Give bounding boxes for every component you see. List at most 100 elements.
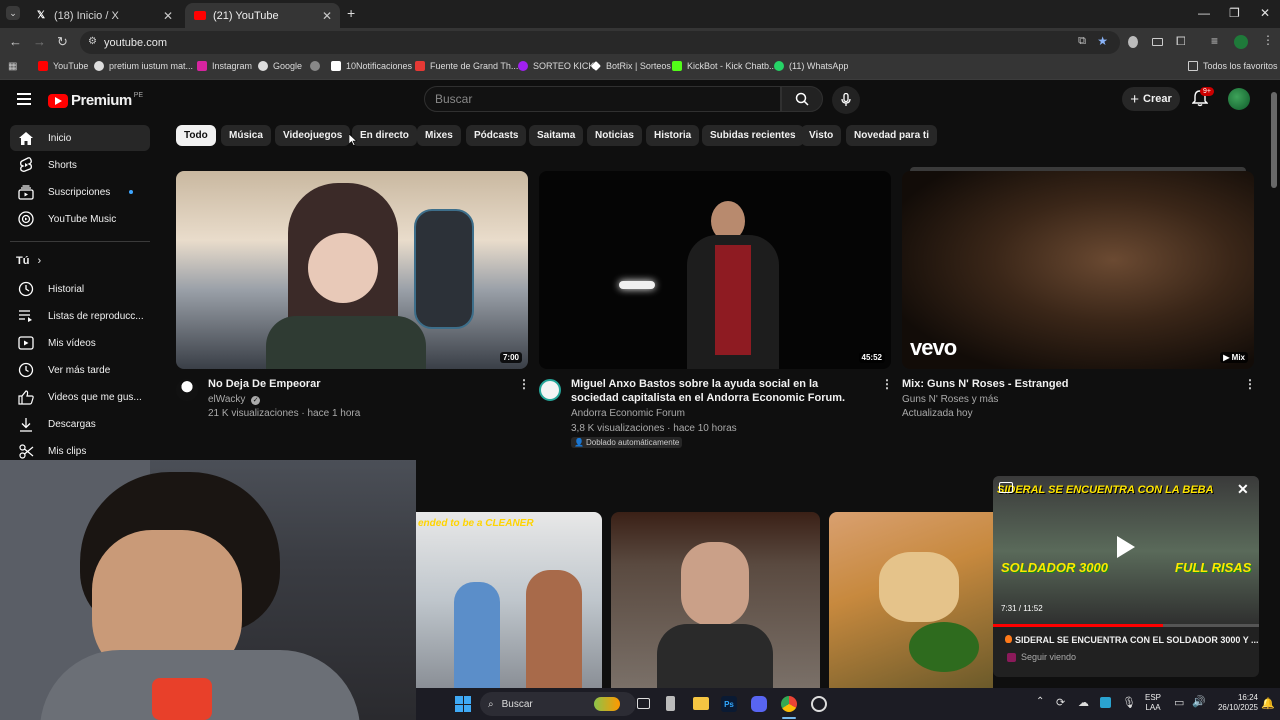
extensions-puzzle-icon[interactable]: ⧠ [1176,34,1186,49]
bookmark-whatsapp[interactable]: (11) WhatsApp [774,61,848,71]
extension-icon[interactable] [1128,36,1138,48]
video-title[interactable]: Mix: Guns N' Roses - Estranged [902,377,1202,391]
extension-icon[interactable] [1152,38,1163,46]
sidebar-item-suscripciones[interactable]: Suscripciones [10,179,150,205]
channel-avatar[interactable] [176,379,198,401]
miniplayer-video[interactable]: SIDERAL SE ENCUENTRA CON LA BEBA SOLDADO… [993,476,1259,626]
sidebar-item-listas[interactable]: Listas de reproducc... [10,303,150,329]
site-info-icon[interactable]: ⚙ [88,36,97,47]
page-scrollbar[interactable] [1271,92,1277,188]
create-button[interactable]: + Crear [1122,87,1180,111]
bookmark-kickbot[interactable]: KickBot - Kick Chatb... [672,61,777,71]
sidebar-item-descargas[interactable]: Descargas [10,411,150,437]
sidebar-item-ver-mas-tarde[interactable]: Ver más tarde [10,357,150,383]
video-thumbnail[interactable] [611,512,820,688]
chip-mixes[interactable]: Mixes [417,125,461,146]
more-options-icon[interactable]: ⋮ [881,377,893,391]
chip-visto[interactable]: Visto [801,125,842,146]
close-tab-icon[interactable]: ✕ [163,9,173,23]
sidebar-item-mis-videos[interactable]: Mis vídeos [10,330,150,356]
video-thumbnail[interactable]: ended to be a CLEANER [416,512,602,688]
miniplayer[interactable]: SIDERAL SE ENCUENTRA CON LA BEBA SOLDADO… [993,476,1259,677]
miniplayer-progress-track[interactable] [993,624,1259,627]
photoshop-icon[interactable]: Ps [721,696,737,712]
chip-musica[interactable]: Música [221,125,271,146]
clock[interactable]: 16:24 26/10/2025 [1204,693,1258,713]
channel-name[interactable]: elWacky ✓ [208,394,261,405]
sidebar-section-you[interactable]: Tú › [10,248,150,274]
sidebar-item-youtube-music[interactable]: YouTube Music [10,206,150,232]
network-icon[interactable]: ▭ [1174,696,1184,709]
bookmark-youtube[interactable]: YouTube [38,61,88,71]
discord-icon[interactable] [751,696,767,712]
channel-name[interactable]: Guns N' Roses y más [902,394,998,405]
channel-avatar[interactable] [539,379,561,401]
tab-search-dropdown[interactable]: ⌄ [6,6,20,20]
video-thumbnail[interactable]: 7:00 [176,171,528,369]
chip-subidas-recientes[interactable]: Subidas recientes [702,125,804,146]
miniplayer-title[interactable]: SIDERAL SE ENCUENTRA CON EL SOLDADOR 300… [1005,635,1259,645]
bookmark-star-icon[interactable]: ★ [1097,34,1108,48]
all-bookmarks[interactable]: Todos los favoritos [1188,61,1278,71]
video-title[interactable]: No Deja De Empeorar [208,377,498,391]
account-avatar[interactable] [1228,88,1250,110]
notification-center-icon[interactable]: 🔔 [1261,697,1275,710]
microphone-tray-icon[interactable]: 🎙 [1122,696,1136,709]
show-hidden-icons[interactable]: ⌃ [1036,696,1044,707]
sidebar-item-shorts[interactable]: Shorts [10,152,150,178]
browser-tab-youtube[interactable]: (21) YouTube ✕ [185,3,340,28]
new-tab-button[interactable]: + [347,5,355,21]
play-icon[interactable] [1117,536,1135,558]
window-close-icon[interactable]: ✕ [1260,6,1270,20]
profile-avatar[interactable] [1234,35,1248,49]
bookmark-pretium[interactable]: pretium iustum mat... [94,61,193,71]
hamburger-menu-icon[interactable] [17,93,31,108]
chip-saitama[interactable]: Saitama [529,125,584,146]
chrome-icon[interactable] [781,696,797,712]
file-explorer-icon[interactable] [693,697,709,710]
chip-en-directo[interactable]: En directo [352,125,417,146]
search-button[interactable] [781,86,823,112]
video-thumbnail[interactable] [829,512,993,688]
sidebar-item-liked-videos[interactable]: Videos que me gus... [10,384,150,410]
bookmark-fuente-gta[interactable]: Fuente de Grand Th... [415,61,518,71]
expand-icon[interactable] [999,482,1013,493]
sidebar-item-inicio[interactable]: Inicio [10,125,150,151]
minimize-icon[interactable]: — [1198,6,1210,20]
chip-noticias[interactable]: Noticias [587,125,642,146]
sidebar-item-historial[interactable]: Historial [10,276,150,302]
onedrive-icon[interactable]: ⟳ [1056,696,1065,709]
video-thumbnail[interactable]: vevo ▶ Mix [902,171,1254,369]
close-tab-icon[interactable]: ✕ [322,9,332,23]
app-icon[interactable] [666,696,675,711]
bookmark-instagram[interactable]: Instagram [197,61,252,71]
chip-videojuegos[interactable]: Videojuegos [275,125,351,146]
video-thumbnail[interactable]: 45:52 [539,171,891,369]
obs-icon[interactable] [811,696,827,712]
taskbar-search[interactable]: ⌕ Buscar [480,692,636,716]
chip-todo[interactable]: Todo [176,125,216,146]
search-input[interactable]: Buscar [424,86,781,112]
bookmark-x-notifications[interactable]: 10Notificaciones [331,61,412,71]
bookmark-botrix[interactable]: BotRix | Sorteos [591,61,671,71]
video-title[interactable]: Miguel Anxo Bastos sobre la ayuda social… [571,377,861,405]
reload-icon[interactable]: ↻ [57,34,68,50]
bookmark-globe[interactable] [310,61,325,71]
more-options-icon[interactable]: ⋮ [518,377,530,391]
chip-podcasts[interactable]: Pódcasts [466,125,527,146]
bookmark-sorteo-kick[interactable]: SORTEO KICK [518,61,594,71]
youtube-premium-logo[interactable]: Premium PE [48,92,143,109]
install-app-icon[interactable]: ⧉ [1078,35,1086,48]
more-options-icon[interactable]: ⋮ [1244,377,1256,391]
back-icon[interactable]: ← [9,34,22,49]
forward-icon[interactable]: → [33,34,46,49]
close-icon[interactable]: ✕ [1237,481,1249,498]
language-indicator[interactable]: ESP LAA [1145,693,1161,713]
browser-tab-x[interactable]: 𝕏 (18) Inicio / X ✕ [26,3,181,28]
restore-icon[interactable]: ❐ [1229,6,1240,20]
security-icon[interactable] [1100,697,1111,708]
chip-historia[interactable]: Historia [646,125,700,146]
bookmark-google[interactable]: Google [258,61,302,71]
reading-list-icon[interactable]: ≡ [1211,34,1218,48]
notifications-button[interactable]: 9+ [1191,87,1214,112]
